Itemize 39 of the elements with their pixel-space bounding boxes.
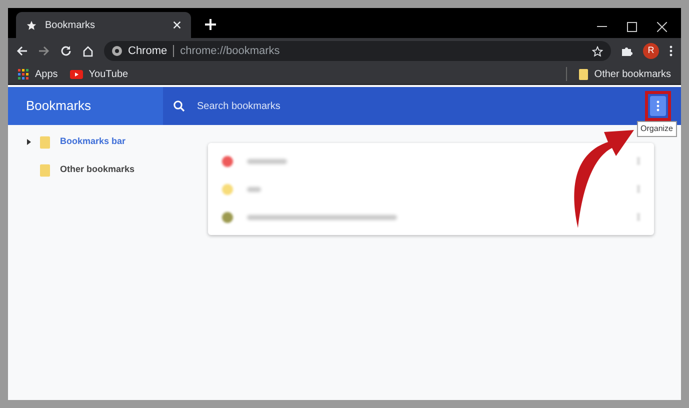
caret-right-icon[interactable] [27,139,31,145]
maximize-icon[interactable] [627,22,637,32]
back-icon[interactable] [16,45,28,57]
profile-avatar[interactable]: R [643,43,659,59]
apps-grid-icon [18,68,29,80]
minimize-icon[interactable] [597,26,607,28]
tab-title: Bookmarks [45,18,96,32]
search-field[interactable]: Search bookmarks [163,87,681,125]
puzzle-icon[interactable] [621,45,633,57]
organize-tooltip: Organize [636,121,677,137]
star-outline-icon[interactable] [592,46,603,56]
blurred-title [247,158,287,164]
search-icon [173,100,185,112]
bookmark-link[interactable]: Apps [18,66,58,82]
close-icon[interactable] [173,21,181,29]
folder-icon [40,164,50,176]
new-tab-icon[interactable] [205,19,216,30]
close-window-icon[interactable] [657,22,667,32]
bookmark-link[interactable]: YouTube [70,66,128,82]
menu-icon[interactable] [669,45,673,57]
folder-icon [40,136,50,148]
blurred-title [247,186,261,192]
bookmark-folder[interactable]: Other bookmarks [579,66,671,82]
search-placeholder: Search bookmarks [197,100,282,114]
folder-item[interactable]: Other bookmarks [58,163,137,177]
url-text: chrome://bookmarks [180,44,281,59]
folder-item[interactable]: Bookmarks bar [58,135,128,149]
forward-icon[interactable] [38,45,50,57]
play-icon [70,70,83,78]
browser-tab[interactable]: Bookmarks [16,12,191,38]
home-icon[interactable] [82,45,94,57]
address-bar[interactable]: Chrome chrome://bookmarks [104,41,611,61]
star-icon [26,20,37,30]
page-title: Bookmarks [25,97,92,116]
more-icon [656,100,660,112]
organize-button[interactable] [650,96,666,116]
folder-icon [579,68,588,80]
reload-icon[interactable] [60,45,72,57]
site-label: Chrome [128,44,168,59]
